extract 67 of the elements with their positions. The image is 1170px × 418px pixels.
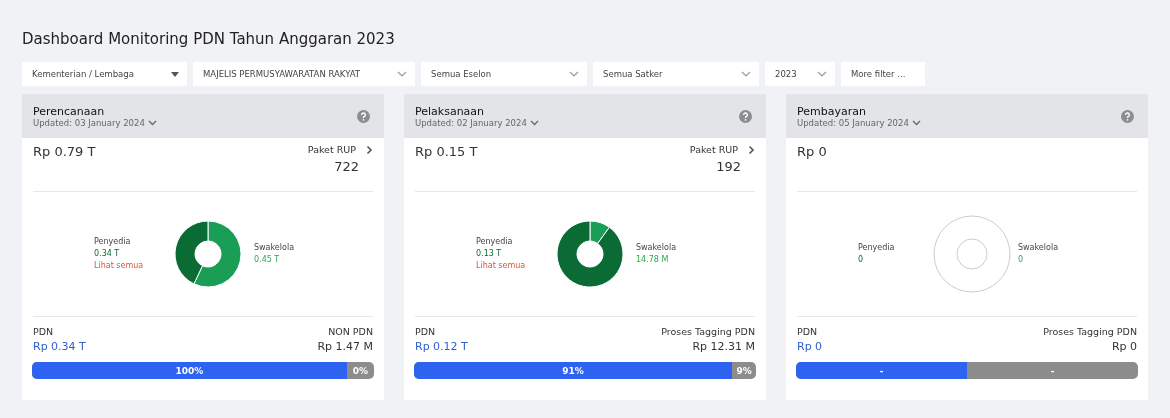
help-icon[interactable] (1121, 109, 1134, 123)
filter-dropdown[interactable]: 2023 (765, 62, 835, 86)
updated-date-dropdown[interactable]: Updated: 05 January 2024 (797, 117, 921, 128)
pdn-label: PDN (797, 325, 819, 339)
secondary-label: NON PDN (327, 325, 373, 339)
pdn-value: Rp 0.12 T (415, 339, 468, 354)
legend-value: 0 (858, 254, 865, 266)
chevron-down-icon (397, 71, 407, 77)
paket-rup-link[interactable]: Paket RUP (689, 144, 755, 155)
paket-rup-link[interactable]: Paket RUP (307, 144, 373, 155)
chevron-down-icon (529, 119, 539, 126)
filter-dropdown[interactable]: Kementerian / Lembaga (22, 62, 187, 86)
legend-label: Swakelola (1018, 242, 1060, 254)
total-amount: Rp 0 (797, 144, 827, 161)
legend-label: Swakelola (254, 242, 296, 254)
legend-value: 0.45 T (254, 254, 281, 266)
legend-label: Swakelola (636, 242, 678, 254)
updated-date-dropdown[interactable]: Updated: 03 January 2024 (33, 117, 157, 128)
legend-label: Penyedia (858, 242, 896, 254)
progress-fill: 100% (32, 362, 347, 379)
total-amount: Rp 0.79 T (33, 144, 96, 161)
chevron-right-icon (748, 144, 755, 155)
card-title: Pembayaran (797, 104, 867, 118)
paket-count: 192 (716, 159, 741, 174)
progress-remainder: 0% (351, 364, 369, 378)
donut-slice (174, 220, 209, 285)
secondary-value: Rp 1.47 M (317, 339, 373, 354)
paket-count: 722 (334, 159, 359, 174)
caret-icon (171, 71, 179, 77)
secondary-label: Proses Tagging PDN (661, 325, 755, 339)
progress-remainder: - (1049, 364, 1056, 378)
updated-date-dropdown[interactable]: Updated: 02 January 2024 (415, 117, 539, 128)
help-icon[interactable] (739, 109, 752, 123)
chevron-down-icon (147, 119, 157, 126)
chevron-right-icon (366, 144, 373, 155)
chevron-down-icon (911, 119, 921, 126)
chevron-down-icon (741, 71, 751, 77)
filter-dropdown[interactable]: Semua Satker (593, 62, 759, 86)
legend-label: Penyedia (476, 236, 514, 248)
help-icon[interactable] (357, 109, 370, 123)
total-amount: Rp 0.15 T (415, 144, 478, 161)
secondary-value: Rp 12.31 M (691, 339, 755, 354)
card-title: Perencanaan (33, 104, 106, 118)
pdn-label: PDN (33, 325, 55, 339)
chevron-down-icon (569, 71, 579, 77)
progress-remainder: 9% (735, 364, 753, 378)
secondary-value: Rp 0 (1110, 339, 1137, 354)
filter-dropdown[interactable]: MAJELIS PERMUSYAWARATAN RAKYAT (193, 62, 415, 86)
secondary-label: Proses Tagging PDN (1043, 325, 1137, 339)
filter-dropdown[interactable]: Semua Eselon (421, 62, 587, 86)
see-all-link[interactable]: Lihat semua (94, 260, 162, 272)
legend-value: 0.34 T (94, 248, 121, 260)
more-filter-button[interactable]: More filter ... (841, 62, 925, 86)
pdn-label: PDN (415, 325, 437, 339)
donut-slice (193, 220, 242, 288)
chevron-down-icon (817, 71, 827, 77)
pdn-value: Rp 0 (797, 339, 823, 354)
legend-value: 0.13 T (476, 248, 503, 260)
progress-fill: - (796, 362, 967, 379)
legend-value: 14.78 M (636, 254, 670, 266)
see-all-link[interactable]: Lihat semua (476, 260, 544, 272)
legend-label: Penyedia (94, 236, 132, 248)
progress-fill: 91% (414, 362, 733, 379)
pdn-value: Rp 0.34 T (33, 339, 86, 354)
card-title: Pelaksanaan (415, 104, 486, 118)
legend-value: 0 (1018, 254, 1025, 266)
dashboard-title: Dashboard Monitoring PDN Tahun Anggaran 2023 (22, 30, 396, 48)
